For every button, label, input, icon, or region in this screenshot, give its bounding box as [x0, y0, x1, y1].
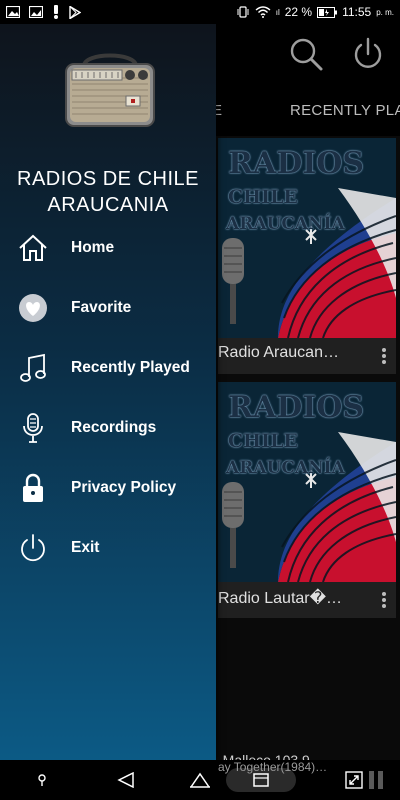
menu-item-privacy-policy[interactable]: Privacy Policy	[0, 458, 216, 518]
menu-item-label: Exit	[71, 539, 100, 556]
menu-item-label: Privacy Policy	[71, 479, 177, 496]
heart-icon	[17, 292, 49, 324]
home-icon	[17, 232, 49, 264]
menu-item-label: Recently Played	[71, 359, 190, 376]
system-navigation-bar	[0, 760, 400, 800]
menu-item-recently-played[interactable]: Recently Played	[0, 338, 216, 398]
search-icon[interactable]	[288, 36, 324, 72]
more-options-icon[interactable]	[376, 590, 392, 610]
menu-item-exit[interactable]: Exit	[0, 518, 216, 578]
vibrate-icon	[236, 6, 250, 18]
menu-item-label: Favorite	[71, 299, 132, 316]
clock: 11:55	[342, 5, 372, 19]
radio-logo-icon	[62, 48, 158, 132]
menu-item-recordings[interactable]: Recordings	[0, 398, 216, 458]
back-icon[interactable]	[114, 768, 138, 792]
battery-percent: 22 %	[284, 5, 313, 19]
battery-charging-icon	[317, 6, 338, 18]
artwork-title-line2: CHILE	[228, 430, 298, 452]
drawer-title: RADIOS DE CHILE ARAUCANIA	[17, 168, 199, 216]
station-card[interactable]: RADIOS CHILE ARAUCANÍA Radio Lautar�…	[218, 382, 396, 618]
menu-item-label: Home	[71, 239, 115, 256]
music-note-icon	[17, 352, 49, 384]
station-name: Radio Lautar�…	[218, 590, 343, 607]
status-bar: ıl 22 % 11:55 p. m.	[0, 0, 400, 24]
signal-strength: ıl	[275, 7, 280, 17]
play-store-icon	[69, 5, 81, 19]
alert-icon	[52, 5, 60, 19]
artwork-title-line2: CHILE	[228, 186, 298, 208]
artwork-title-line3: ARAUCANÍA	[226, 458, 345, 478]
artwork-title-line1: RADIOS	[228, 390, 365, 425]
pause-icon[interactable]	[364, 768, 388, 792]
tab-recently-played[interactable]: RECENTLY PLA	[290, 102, 400, 119]
navigation-drawer: RADIOS DE CHILE ARAUCANIA Home Favorite …	[0, 24, 216, 760]
image-icon	[29, 6, 43, 18]
lock-icon	[17, 472, 49, 504]
nav-dot-icon[interactable]	[30, 768, 54, 792]
artwork-title-line3: ARAUCANÍA	[226, 214, 345, 234]
menu-item-label: Recordings	[71, 419, 157, 436]
more-options-icon[interactable]	[376, 346, 392, 366]
menu-item-favorite[interactable]: Favorite	[0, 278, 216, 338]
gallery-icon	[6, 6, 20, 18]
microphone-icon	[17, 412, 49, 444]
home-button-icon[interactable]	[188, 768, 212, 792]
station-artwork: RADIOS CHILE ARAUCANÍA	[218, 138, 396, 338]
menu-item-home[interactable]: Home	[0, 218, 216, 278]
power-icon[interactable]	[350, 36, 386, 72]
station-card[interactable]: RADIOS CHILE ARAUCANÍA Radio Araucan…	[218, 138, 396, 374]
wifi-icon	[255, 6, 271, 18]
artwork-title-line1: RADIOS	[228, 146, 365, 181]
power-icon	[17, 532, 49, 564]
expand-icon[interactable]	[342, 768, 366, 792]
station-name: Radio Araucan…	[218, 344, 339, 361]
now-playing-song: ay Together(1984)…	[218, 760, 328, 774]
clock-ampm: p. m.	[376, 7, 394, 17]
station-artwork: RADIOS CHILE ARAUCANÍA	[218, 382, 396, 582]
